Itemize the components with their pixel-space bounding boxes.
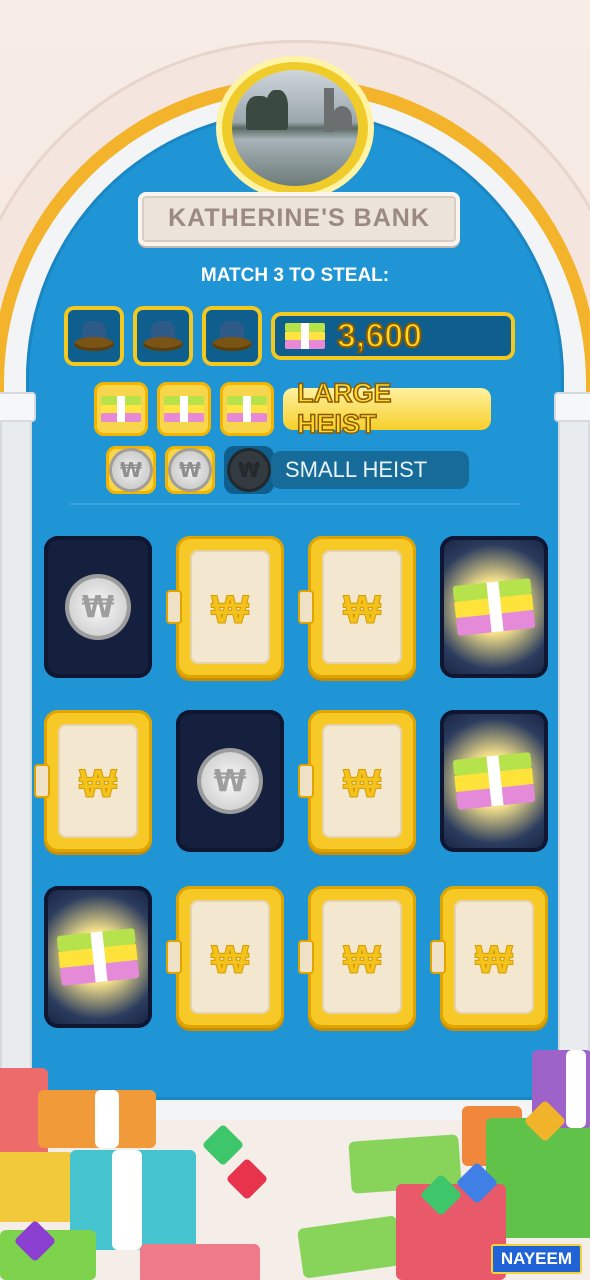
door-panel: ₩ <box>190 900 270 1014</box>
door-hinge <box>166 590 182 624</box>
large-heist-label: LARGE HEIST <box>296 377 392 440</box>
reward-row-small: ₩ ₩ ₩ SMALL HEIST <box>106 446 469 494</box>
cash-stack-icon <box>101 396 141 422</box>
door-hinge <box>298 764 314 798</box>
large-heist-slot <box>94 382 148 436</box>
revealed-tile-coin: ₩ <box>176 710 284 852</box>
vault-door-tile[interactable]: ₩ <box>166 886 284 1028</box>
monopoly-logo-icon: ₩ <box>343 762 382 807</box>
door-panel: ₩ <box>454 900 534 1014</box>
small-heist-slot-empty: ₩ <box>224 446 274 494</box>
small-heist-reward: SMALL HEIST <box>271 451 469 489</box>
jackpot-slot <box>133 306 193 366</box>
money-stack-decor <box>140 1244 260 1280</box>
cash-stack-icon <box>285 323 325 349</box>
large-heist-reward: LARGE HEIST <box>283 377 491 440</box>
revealed-tile-cash <box>440 536 548 678</box>
monopoly-logo-icon: ₩ <box>211 588 250 633</box>
cash-stack-icon <box>452 578 536 636</box>
door-hinge <box>298 590 314 624</box>
left-pillar-cap <box>0 392 36 422</box>
right-pillar-cap <box>554 392 590 422</box>
revealed-tile-cash <box>440 710 548 852</box>
monopoly-logo-icon: ₩ <box>343 938 382 983</box>
jackpot-slot <box>202 306 262 366</box>
vault-door-tile[interactable]: ₩ <box>298 536 416 678</box>
door-hinge <box>298 940 314 974</box>
door-panel: ₩ <box>190 550 270 664</box>
revealed-tile-cash <box>44 886 152 1028</box>
coin-icon: ₩ <box>171 451 209 489</box>
door-panel: ₩ <box>322 900 402 1014</box>
money-band-decor <box>112 1150 142 1250</box>
reward-row-jackpot: 3,600 <box>64 306 515 366</box>
hat-icon <box>141 319 185 353</box>
large-heist-slot <box>157 382 211 436</box>
bridge-silhouette <box>332 106 352 130</box>
vault-door-tile[interactable]: ₩ <box>166 536 284 678</box>
right-pillar <box>558 400 590 1100</box>
door-hinge <box>166 940 182 974</box>
monopoly-logo-icon: ₩ <box>79 762 118 807</box>
revealed-tile-coin: ₩ <box>44 536 152 678</box>
bank-name-plaque: KATHERINE'S BANK <box>138 192 460 246</box>
small-heist-label: SMALL HEIST <box>285 457 428 482</box>
door-panel: ₩ <box>58 724 138 838</box>
small-heist-slot: ₩ <box>106 446 156 494</box>
money-band-decor <box>95 1090 119 1148</box>
jackpot-reward: 3,600 <box>271 312 515 360</box>
monopoly-logo-icon: ₩ <box>211 938 250 983</box>
door-hinge <box>430 940 446 974</box>
vault-door-tile[interactable]: ₩ <box>34 710 152 852</box>
bank-heist-screen: KATHERINE'S BANK MATCH 3 TO STEAL: 3,600 <box>0 0 590 1280</box>
money-band-decor <box>566 1050 586 1128</box>
jackpot-slot <box>64 306 124 366</box>
jackpot-value: 3,600 <box>336 316 423 356</box>
large-heist-slot <box>220 382 274 436</box>
match-instruction: MATCH 3 TO STEAL: <box>200 265 390 286</box>
cash-stack-icon <box>227 396 267 422</box>
small-heist-slot: ₩ <box>165 446 215 494</box>
vault-door-tile[interactable]: ₩ <box>298 886 416 1028</box>
tree-silhouette <box>266 90 288 130</box>
door-panel: ₩ <box>322 550 402 664</box>
reward-row-large: LARGE HEIST <box>94 377 491 440</box>
left-pillar <box>0 400 32 1100</box>
player-portrait <box>222 62 368 194</box>
monopoly-logo-icon: ₩ <box>475 938 514 983</box>
monopoly-logo-icon: ₩ <box>343 588 382 633</box>
hat-icon <box>72 319 116 353</box>
cash-stack-icon <box>56 928 140 986</box>
watermark: NAYEEM <box>490 1244 582 1274</box>
vault-door-tile[interactable]: ₩ <box>298 710 416 852</box>
vault-door-tile[interactable]: ₩ <box>430 886 548 1028</box>
coin-icon: ₩ <box>201 752 259 810</box>
board-divider <box>70 503 520 505</box>
door-hinge <box>34 764 50 798</box>
coin-icon: ₩ <box>230 451 268 489</box>
cash-stack-icon <box>452 752 536 810</box>
bank-name: KATHERINE'S BANK <box>168 204 430 232</box>
door-panel: ₩ <box>322 724 402 838</box>
coin-icon: ₩ <box>69 578 127 636</box>
portrait-photo <box>232 70 358 186</box>
coin-icon: ₩ <box>112 451 150 489</box>
cash-stack-icon <box>164 396 204 422</box>
money-stack-decor <box>0 1152 74 1222</box>
hat-icon <box>210 319 254 353</box>
